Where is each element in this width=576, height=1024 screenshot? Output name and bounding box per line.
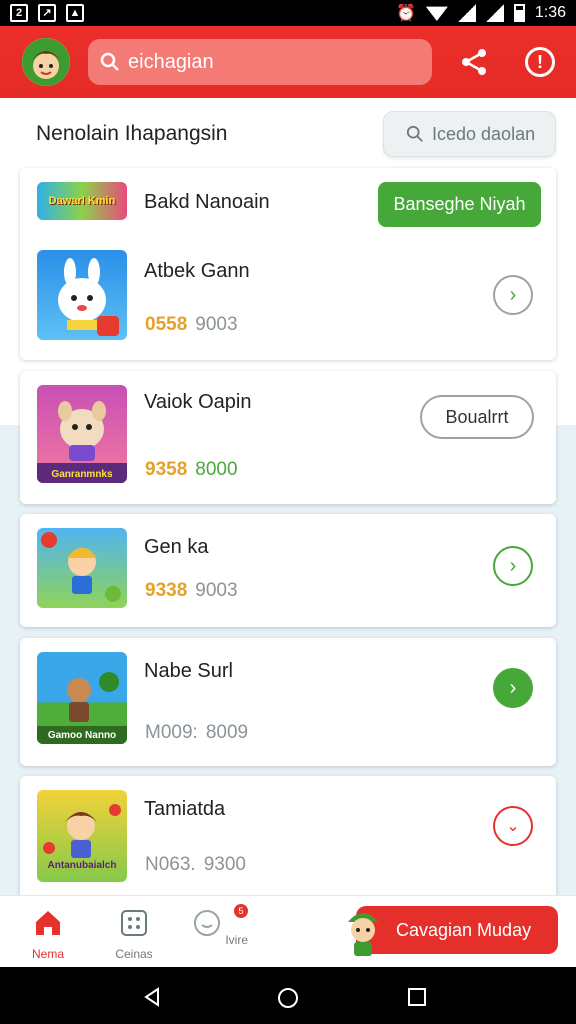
game-card: Gen ka 9338 9003 › (20, 514, 556, 627)
list-item[interactable]: Gamoo Nanno Nabe Surl M009: 8009 › (20, 638, 556, 766)
status-bar: 2 ↗ ▲ ⏰ 1:36 (0, 0, 576, 26)
wifi-icon (425, 6, 448, 21)
game-thumbnail (37, 250, 127, 340)
chevron-right-icon: › (509, 554, 517, 577)
thumbnail-caption: Antanubaialch (47, 860, 117, 871)
game-secondary: 8000 (195, 459, 238, 480)
notification-icon (193, 910, 220, 936)
nav-home-label: Nema (31, 947, 64, 961)
game-card: Ganranmnks Vaiok Oapin 9358 8000 Boualrrt (20, 371, 556, 504)
share-icon[interactable] (458, 46, 490, 78)
game-action-button[interactable]: Boualrrt (420, 395, 534, 439)
game-meta: 9358 8000 (145, 459, 238, 481)
game-card: Antanubaialch Tamiatda N063. 9300 ⌄ (20, 776, 556, 895)
game-thumbnail: Ganranmnks (37, 385, 127, 483)
nav-notifications-label: Ivire (225, 933, 248, 947)
home-button-icon[interactable] (277, 987, 299, 1009)
game-card-group: Dawarl Kmin Bakd Nanoain Banseghe Niyah … (20, 168, 556, 360)
promo-thumbnail: Dawarl Kmin (37, 182, 127, 220)
list-item[interactable]: Antanubaialch Tamiatda N063. 9300 ⌄ (20, 776, 556, 895)
notification-badge: 5 (234, 904, 248, 918)
recents-icon[interactable] (407, 987, 427, 1007)
signal-icon-2 (485, 4, 504, 22)
thumbnail-caption: Gamoo Nanno (47, 730, 117, 741)
open-game-button[interactable]: › (493, 546, 533, 586)
bottom-navigation: Nema Ceinas 5 Ivire Cavagian Muday (0, 895, 576, 967)
promo-thumbnail-text: Dawarl Kmin (48, 195, 116, 207)
battery-icon (513, 4, 525, 22)
image-notification-icon: ▲ (66, 4, 84, 22)
game-name: Atbek Gann (144, 260, 250, 282)
game-price: 0558 (145, 314, 188, 335)
nav-notifications[interactable]: 5 Ivire (190, 904, 250, 947)
info-icon[interactable]: ! (525, 47, 555, 77)
list-item[interactable]: Ganranmnks Vaiok Oapin 9358 8000 Boualrrt (20, 371, 556, 504)
game-name: Vaiok Oapin (144, 391, 252, 413)
nav-games-label: Ceinas (115, 947, 153, 961)
system-navigation (0, 967, 576, 1024)
game-meta: 9338 9003 (145, 580, 238, 602)
game-thumbnail (37, 528, 127, 608)
game-secondary: 8009 (205, 722, 249, 743)
game-secondary: 9003 (195, 314, 238, 335)
list-item[interactable]: Atbek Gann 0558 9003 › (20, 238, 556, 360)
game-meta: M009: 8009 (145, 722, 248, 744)
thumbnail-caption: Ganranmnks (51, 469, 113, 480)
nav-home[interactable]: Nema (18, 908, 78, 961)
home-icon (36, 911, 60, 935)
mascot-icon (348, 913, 378, 956)
game-name: Nabe Surl (144, 660, 233, 682)
game-price: 9338 (145, 580, 188, 601)
app-bar: eichagian ! (0, 26, 576, 98)
section-header: Nenolain Ihapangsin Icedo daolan (20, 108, 556, 166)
game-price: M009: (145, 722, 198, 743)
chevron-right-icon: › (509, 283, 517, 306)
search-bar[interactable]: eichagian (88, 39, 432, 85)
games-icon (121, 910, 147, 936)
open-game-button[interactable]: › (493, 275, 533, 315)
game-thumbnail: Gamoo Nanno (37, 652, 127, 744)
open-game-button[interactable]: › (493, 668, 533, 708)
notification-icon-1: 2 (10, 4, 28, 22)
search-icon (100, 52, 119, 71)
alarm-icon: ⏰ (395, 5, 416, 22)
filter-label: Icedo daolan (432, 123, 536, 144)
game-secondary: 9003 (195, 580, 238, 601)
game-card: Gamoo Nanno Nabe Surl M009: 8009 › (20, 638, 556, 766)
game-name: Gen ka (144, 536, 209, 558)
search-input[interactable]: eichagian (128, 51, 214, 74)
filter-button[interactable]: Icedo daolan (383, 111, 556, 157)
nav-games[interactable]: Ceinas (104, 908, 164, 961)
promo-name: Bakd Nanoain (144, 191, 270, 213)
back-icon[interactable] (142, 987, 162, 1007)
game-thumbnail: Antanubaialch (37, 790, 127, 882)
signal-icon (457, 4, 476, 22)
game-price: N063. (145, 854, 196, 875)
promo-action-button[interactable]: Banseghe Niyah (378, 182, 541, 227)
status-time: 1:36 (534, 4, 566, 21)
chevron-right-icon: › (509, 676, 517, 699)
notification-icon-2: ↗ (38, 4, 56, 22)
section-title: Nenolain Ihapangsin (36, 122, 228, 145)
promo-row: Dawarl Kmin Bakd Nanoain Banseghe Niyah (20, 168, 556, 238)
game-price: 9358 (145, 459, 188, 480)
game-secondary: 9300 (203, 854, 246, 875)
game-name: Tamiatda (144, 798, 226, 820)
game-meta: 0558 9003 (145, 314, 238, 336)
game-meta: N063. 9300 (145, 854, 246, 876)
open-game-button[interactable]: ⌄ (493, 806, 533, 846)
search-icon (406, 125, 423, 142)
cta-button[interactable]: Cavagian Muday (356, 906, 558, 954)
list-item[interactable]: Gen ka 9338 9003 › (20, 514, 556, 627)
chevron-down-icon: ⌄ (506, 818, 520, 835)
app-logo[interactable] (22, 38, 70, 86)
